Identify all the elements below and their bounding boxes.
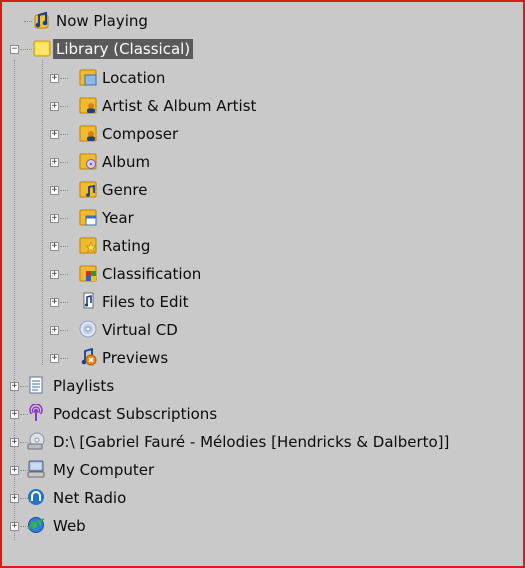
tree-item-podcast-subscriptions[interactable]: + Podcast Subscriptions — [2, 402, 523, 426]
composer-folder-icon — [79, 125, 97, 142]
virtual-cd-icon — [79, 320, 97, 338]
tree-item-artist-album-artist[interactable]: + Artist & Album Artist — [2, 94, 523, 118]
my-computer-icon — [27, 460, 45, 478]
expand-toggle[interactable]: + — [50, 102, 59, 111]
library-folder-icon — [33, 40, 51, 57]
tree-item-label: My Computer — [53, 461, 155, 479]
now-playing-icon — [34, 11, 49, 29]
tree-connector — [24, 21, 32, 23]
tree-connector — [60, 190, 68, 192]
expand-toggle[interactable]: + — [10, 410, 19, 419]
expand-toggle[interactable]: + — [50, 270, 59, 279]
previews-icon — [81, 348, 97, 366]
tree-item-label: Web — [53, 517, 86, 535]
tree-item-label: Genre — [102, 181, 148, 199]
tree-connector — [60, 358, 68, 360]
expand-toggle[interactable]: + — [50, 242, 59, 251]
tree-item-virtual-cd[interactable]: + Virtual CD — [2, 318, 523, 342]
tree-item-label: Location — [102, 69, 166, 87]
tree-connector — [60, 78, 68, 80]
expand-toggle[interactable]: + — [50, 298, 59, 307]
tree-item-location[interactable]: + Location — [2, 66, 523, 90]
tree-item-label: Playlists — [53, 377, 115, 395]
tree-item-label: Classification — [102, 265, 202, 283]
expand-toggle[interactable]: + — [50, 130, 59, 139]
expand-toggle[interactable]: + — [50, 354, 59, 363]
tree-item-web[interactable]: + Web — [2, 514, 523, 538]
tree-item-cd-drive[interactable]: + D:\ [Gabriel Fauré - Mélodies [Hendric… — [2, 430, 523, 454]
tree-item-net-radio[interactable]: + Net Radio — [2, 486, 523, 510]
year-folder-icon — [79, 209, 97, 226]
tree-item-label: Previews — [102, 349, 169, 367]
tree-connector — [60, 134, 68, 136]
expand-toggle[interactable]: + — [50, 214, 59, 223]
tree-item-now-playing[interactable]: Now Playing — [2, 9, 523, 33]
tree-connector — [60, 330, 68, 332]
location-folder-icon — [79, 69, 97, 86]
tree-item-label: Now Playing — [56, 12, 148, 30]
album-folder-icon — [79, 153, 97, 170]
collapse-toggle[interactable]: − — [10, 45, 19, 54]
expand-toggle[interactable]: + — [50, 158, 59, 167]
tree-connector — [60, 162, 68, 164]
playlists-icon — [29, 376, 43, 394]
podcast-icon — [29, 404, 43, 421]
tree-item-label: Net Radio — [53, 489, 127, 507]
tree-item-label: Year — [102, 209, 134, 227]
tree-connector — [60, 302, 68, 304]
tree-item-playlists[interactable]: + Playlists — [2, 374, 523, 398]
tree-item-label: Composer — [102, 125, 179, 143]
tree-item-label: D:\ [Gabriel Fauré - Mélodies [Hendricks… — [53, 433, 450, 451]
tree-item-rating[interactable]: + Rating — [2, 234, 523, 258]
expand-toggle[interactable]: + — [10, 466, 19, 475]
tree-item-classification[interactable]: + Classification — [2, 262, 523, 286]
rating-folder-icon — [79, 237, 97, 254]
tree-item-my-computer[interactable]: + My Computer — [2, 458, 523, 482]
tree-connector — [60, 274, 68, 276]
expand-toggle[interactable]: + — [10, 494, 19, 503]
artist-folder-icon — [79, 97, 97, 114]
tree-item-album[interactable]: + Album — [2, 150, 523, 174]
tree-item-previews[interactable]: + Previews — [2, 346, 523, 370]
web-icon — [27, 517, 45, 533]
tree-connector — [60, 218, 68, 220]
library-tree-panel: Now Playing − Library (Classical) + Loca… — [0, 0, 525, 568]
tree-item-label: Album — [102, 153, 151, 171]
expand-toggle[interactable]: + — [10, 382, 19, 391]
tree-connector — [60, 246, 68, 248]
tree-item-label: Artist & Album Artist — [102, 97, 257, 115]
tree-connector — [60, 106, 68, 108]
expand-toggle[interactable]: + — [50, 326, 59, 335]
classification-folder-icon — [79, 265, 97, 282]
tree-item-label: Files to Edit — [102, 293, 189, 311]
tree-connector — [20, 49, 32, 51]
tree-item-composer[interactable]: + Composer — [2, 122, 523, 146]
cd-drive-icon — [27, 432, 45, 450]
expand-toggle[interactable]: + — [10, 438, 19, 447]
tree-item-label: Library (Classical) — [53, 39, 194, 59]
expand-toggle[interactable]: + — [50, 186, 59, 195]
tree-item-label: Rating — [102, 237, 151, 255]
tree-item-label: Podcast Subscriptions — [53, 405, 218, 423]
tree-item-year[interactable]: + Year — [2, 206, 523, 230]
files-to-edit-icon — [83, 292, 94, 309]
genre-folder-icon — [79, 181, 97, 198]
net-radio-icon — [28, 489, 44, 505]
expand-toggle[interactable]: + — [50, 74, 59, 83]
tree-item-files-to-edit[interactable]: + Files to Edit — [2, 290, 523, 314]
tree-item-label: Virtual CD — [102, 321, 178, 339]
tree-item-genre[interactable]: + Genre — [2, 178, 523, 202]
tree-item-library-classical[interactable]: − Library (Classical) — [2, 37, 523, 61]
expand-toggle[interactable]: + — [10, 522, 19, 531]
